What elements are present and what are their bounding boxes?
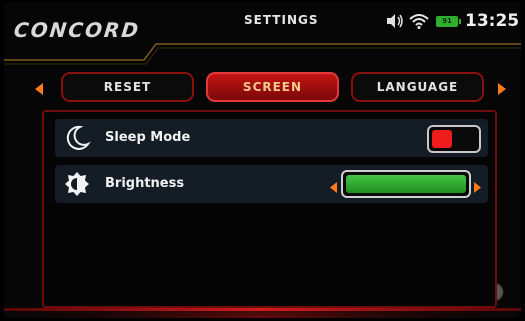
sleep-mode-label: Sleep Mode (105, 130, 191, 145)
brightness-decrease-icon[interactable] (330, 178, 337, 197)
speaker-icon (385, 11, 405, 31)
battery-icon: 91 (436, 11, 461, 31)
tab-language[interactable]: LANGUAGE (351, 72, 484, 102)
wifi-icon (409, 11, 429, 31)
moon-icon (63, 124, 91, 156)
tab-screen[interactable]: SCREEN (206, 72, 339, 102)
tab-reset[interactable]: RESET (61, 72, 194, 102)
device-screen: CONCORD SETTINGS 91 13:25 RESET SCREEN L… (4, 2, 521, 318)
brightness-row: Brightness (55, 165, 488, 203)
brightness-icon (63, 170, 91, 202)
brightness-slider-fill (346, 175, 466, 193)
brightness-slider[interactable] (341, 170, 471, 198)
brand-logo: CONCORD (12, 18, 142, 42)
arrow-left-icon[interactable] (35, 80, 43, 99)
brightness-increase-icon[interactable] (474, 178, 481, 197)
page-title: SETTINGS (244, 13, 319, 27)
sleep-mode-toggle[interactable] (427, 125, 481, 153)
sleep-mode-row: Sleep Mode (55, 119, 488, 157)
battery-level: 91 (436, 15, 458, 27)
brightness-label: Brightness (105, 176, 185, 191)
clock: 13:25 (465, 11, 520, 31)
toggle-knob (432, 130, 452, 148)
arrow-right-icon[interactable] (498, 80, 506, 99)
